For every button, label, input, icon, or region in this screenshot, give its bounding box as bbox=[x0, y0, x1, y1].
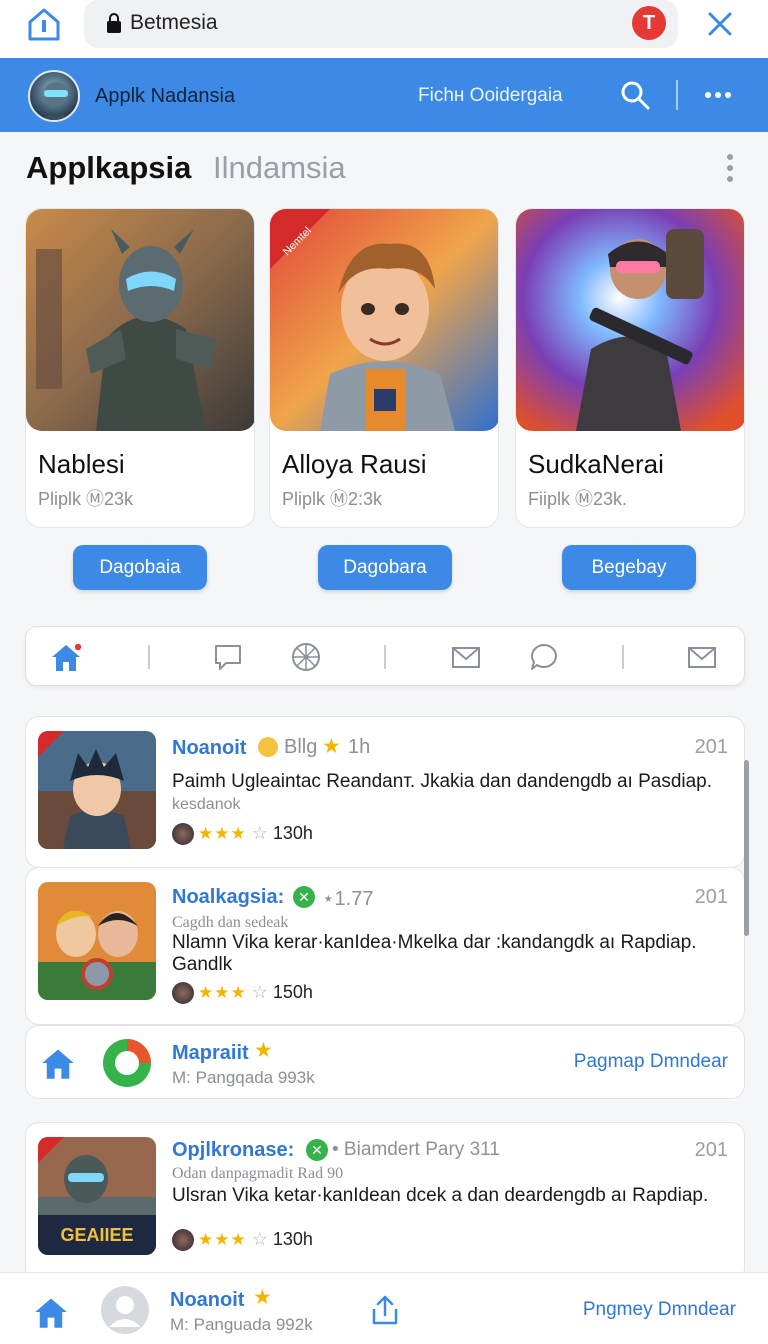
app-card[interactable]: Nablesi Pliplk Ⓜ23k bbox=[25, 208, 255, 528]
item-rating: ★★★ ☆ 130h bbox=[172, 823, 313, 847]
rating-value: 150h bbox=[272, 982, 313, 1002]
item-count: 201 bbox=[694, 736, 728, 758]
item-count: 201 bbox=[694, 1139, 728, 1161]
appbar-divider bbox=[676, 80, 678, 110]
item-tag: ⋆1.77 bbox=[322, 888, 374, 910]
app-card-art: Nemtel bbox=[270, 209, 498, 431]
verified-icon: ✕ bbox=[293, 886, 315, 908]
extension-icon[interactable]: T bbox=[632, 6, 666, 40]
tab-home-icon[interactable] bbox=[50, 641, 82, 673]
item-time: 1h bbox=[348, 736, 371, 758]
item-thumbnail bbox=[38, 882, 156, 1000]
rating-value: 130h bbox=[272, 1229, 313, 1249]
mini-avatar bbox=[172, 982, 194, 1005]
item-thumbnail bbox=[38, 731, 156, 849]
item-subtext: kesdanok bbox=[172, 796, 241, 813]
item-subtext: M: Pangqada 993k bbox=[172, 1068, 315, 1087]
item-description-2: Gandlk bbox=[172, 954, 233, 975]
app-card-art bbox=[26, 209, 254, 431]
app-card-meta: Fiiplk Ⓜ23k. bbox=[528, 489, 628, 509]
item-tag: Bllg bbox=[284, 736, 318, 758]
kebab-menu-icon[interactable] bbox=[722, 152, 738, 184]
badge-icon bbox=[258, 737, 278, 757]
browser-chrome: Betmesia T bbox=[0, 0, 768, 58]
app-card[interactable]: Nemtel Alloya Rausi Pliplk Ⓜ2:3k bbox=[269, 208, 499, 528]
tab-explore-icon[interactable] bbox=[290, 641, 322, 673]
list-item[interactable]: Noalkagsia: ✕ ⋆1.77 201 Cagdh dan sedeak… bbox=[25, 867, 745, 1025]
bottom-title[interactable]: Noanoit bbox=[170, 1289, 244, 1312]
item-subtext: Odan danpagmadit Rad 90 bbox=[172, 1165, 344, 1182]
home-icon[interactable] bbox=[26, 6, 62, 42]
item-tag: • Biamdert Pary 311 bbox=[332, 1139, 500, 1160]
star-icon: ★ bbox=[322, 735, 341, 758]
app-bar: Applk Nadansia Fichн Ooidergaia bbox=[0, 58, 768, 132]
address-bar[interactable]: Betmesia T bbox=[84, 0, 678, 48]
list-item[interactable]: GEAIIEE Opjlkronase: ✕ • Biamdert Pary 3… bbox=[25, 1122, 745, 1282]
tab-bar bbox=[25, 626, 745, 686]
star-rating-icon: ★★★ bbox=[198, 824, 247, 843]
tab-divider bbox=[622, 645, 624, 669]
item-rating: ★★★ ☆ 150h bbox=[172, 982, 313, 1006]
item-description: Paimh Ugleaintac Reandanт. Jkakia dan da… bbox=[172, 771, 713, 792]
item-title[interactable]: Noalkagsia: bbox=[172, 886, 284, 909]
avatar[interactable] bbox=[28, 70, 80, 122]
app-card-meta: Pliplk Ⓜ23k bbox=[38, 489, 134, 509]
rating-value: 130h bbox=[272, 823, 313, 843]
item-description: Ulsran Vika ketar·kanIdean dcek a dan de… bbox=[172, 1185, 709, 1206]
item-thumbnail: GEAIIEE bbox=[38, 1137, 156, 1255]
item-title[interactable]: Mapraiit bbox=[172, 1042, 249, 1065]
star-rating-icon: ★★★ bbox=[198, 983, 247, 1002]
thumb-title: GEAIIEE bbox=[60, 1225, 133, 1245]
bottom-home-icon[interactable] bbox=[33, 1295, 69, 1329]
item-link[interactable]: Pagmap Dmndear bbox=[574, 1051, 728, 1073]
app-card-meta: Pliplk Ⓜ2:3k bbox=[282, 489, 383, 509]
app-card-name: SudkaNerai bbox=[528, 449, 664, 479]
star-icon: ★ bbox=[253, 1286, 272, 1309]
close-icon[interactable] bbox=[702, 6, 738, 42]
bottom-bar: Noanoit ★ M: Panguada 992k Pngmey Dmndea… bbox=[0, 1272, 768, 1344]
lock-icon bbox=[107, 13, 121, 33]
item-count: 201 bbox=[694, 886, 728, 908]
list-item[interactable]: Noanoit Bllg ★ 1h 201 Paimh Ugleaintac R… bbox=[25, 716, 745, 868]
tab-divider bbox=[384, 645, 386, 669]
app-card-name: Nablesi bbox=[38, 449, 125, 479]
app-card[interactable]: SudkaNerai Fiiplk Ⓜ23k. bbox=[515, 208, 745, 528]
appbar-link[interactable]: Fichн Ooidergaia bbox=[418, 85, 563, 107]
item-rating: ★★★ ☆ 130h bbox=[172, 1229, 313, 1253]
app-logo-icon bbox=[103, 1039, 151, 1087]
star-icon: ★ bbox=[254, 1039, 273, 1062]
search-icon[interactable] bbox=[620, 80, 650, 110]
list-item[interactable]: Mapraiit ★ M: Pangqada 993k Pagmap Dmnde… bbox=[25, 1025, 745, 1099]
download-button[interactable]: Dagobara bbox=[318, 545, 452, 590]
app-title: Applk Nadansia bbox=[95, 85, 236, 107]
tab-mail-icon[interactable] bbox=[450, 641, 482, 673]
home-icon bbox=[42, 1049, 74, 1079]
bottom-link[interactable]: Pngmey Dmndear bbox=[583, 1299, 736, 1321]
profile-avatar-icon[interactable] bbox=[100, 1285, 150, 1335]
item-subtext: Cagdh dan sedeak bbox=[172, 914, 289, 931]
more-icon[interactable] bbox=[702, 84, 734, 106]
tab-comment-icon[interactable] bbox=[212, 641, 244, 673]
item-title[interactable]: Opjlkronase: bbox=[172, 1139, 294, 1162]
section-title: Applkapsia bbox=[26, 150, 192, 185]
mini-avatar bbox=[172, 1229, 194, 1252]
tab-inbox-icon[interactable] bbox=[686, 641, 718, 673]
app-card-art bbox=[516, 209, 744, 431]
url-text: Betmesia bbox=[130, 11, 218, 34]
tab-divider bbox=[148, 645, 150, 669]
item-description: Nlamn Vika kerar·kanIdea·Mkelka dar :kan… bbox=[172, 932, 697, 953]
download-button[interactable]: Begebay bbox=[562, 545, 696, 590]
verified-icon: ✕ bbox=[306, 1139, 328, 1161]
tab-chat-icon[interactable] bbox=[528, 641, 560, 673]
app-card-name: Alloya Rausi bbox=[282, 449, 427, 479]
share-icon[interactable] bbox=[368, 1293, 402, 1327]
bottom-subtext: M: Panguada 992k bbox=[170, 1315, 313, 1334]
item-title[interactable]: Noanoit bbox=[172, 737, 246, 760]
section-subtitle: Ilndamsia bbox=[213, 150, 346, 185]
download-button[interactable]: Dagobaia bbox=[73, 545, 207, 590]
mini-avatar bbox=[172, 823, 194, 846]
scrollbar[interactable] bbox=[744, 760, 749, 936]
star-rating-icon: ★★★ bbox=[198, 1230, 247, 1249]
